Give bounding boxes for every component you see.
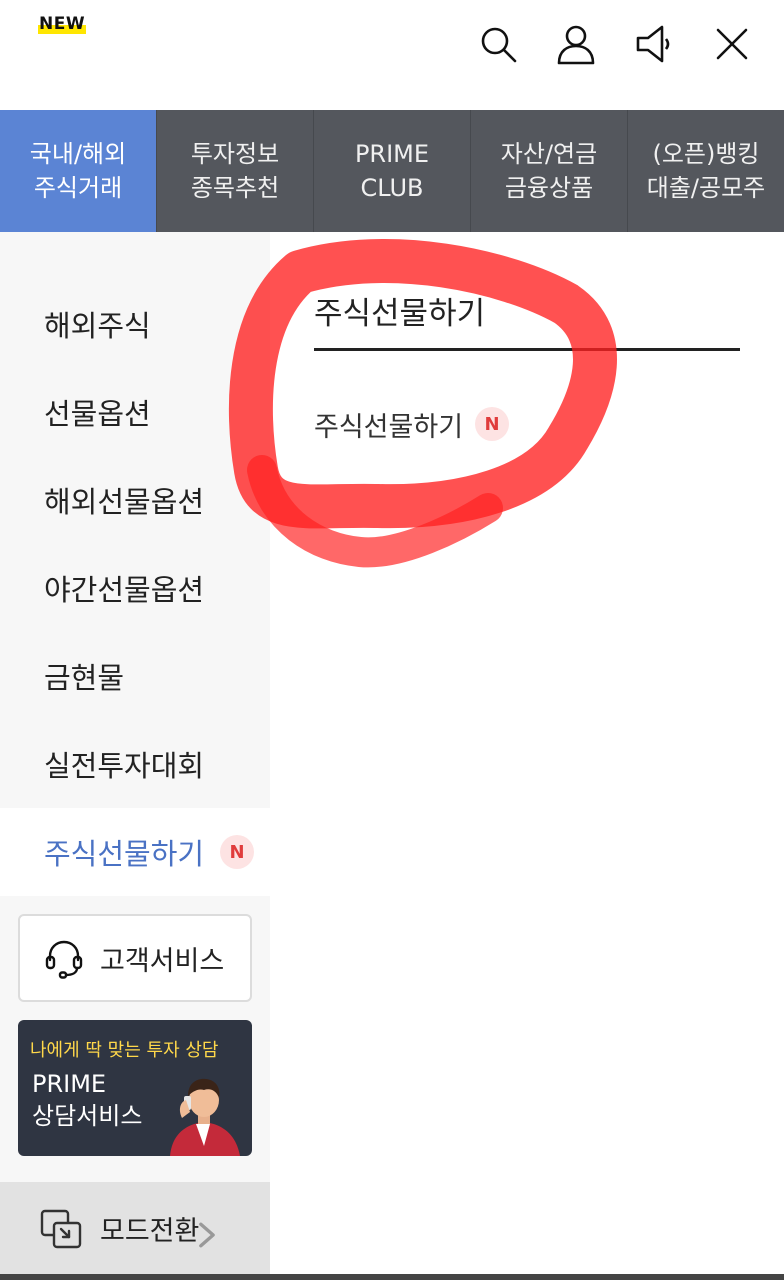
tab-prime-club[interactable]: PRIME CLUB [314,110,471,232]
user-icon[interactable] [552,20,600,68]
new-badge: NEW [38,14,87,34]
menu-item-night-futures-options[interactable]: 야간선물옵션 [0,544,270,632]
menu-item-overseas-futures-options[interactable]: 해외선물옵션 [0,456,270,544]
chevron-right-icon [199,1222,215,1248]
mode-switch-button[interactable]: 모드전환 [0,1182,270,1274]
headset-icon [45,940,83,979]
tab-label-line1: 자산/연금 [500,140,598,168]
menu-item-futures-options[interactable]: 선물옵션 [0,368,270,456]
section-divider [314,348,740,351]
submenu-panel: 주식선물하기 주식선물하기 N [270,232,784,1280]
banner-tagline: 나에게 딱 맞는 투자 상담 [30,1040,219,1061]
main-tab-bar: 국내/해외 주식거래 투자정보 종목추천 PRIME CLUB 자산/연금 금융… [0,110,784,232]
banner-title-line2: 상담서비스 [32,1102,143,1130]
menu-item-label: 선물옵션 [44,397,151,431]
submenu-item-stock-gift[interactable]: 주식선물하기 N [314,402,510,446]
tab-label-line1: 투자정보 [190,140,280,168]
menu-item-label: 해외선물옵션 [44,485,205,519]
mode-switch-icon [40,1209,82,1249]
tab-label-line2: 금융상품 [504,174,594,202]
tab-label-line2: 대출/공모주 [646,174,766,202]
customer-service-label: 고객서비스 [100,945,225,977]
menu-item-stock-gift[interactable]: 주식선물하기 N [0,808,270,896]
menu-item-label: 금현물 [44,661,125,695]
tab-label-line2: 종목추천 [190,174,280,202]
top-header: NEW [0,0,784,110]
submenu-item-label: 주식선물하기 [314,411,464,443]
consultant-illustration [170,1078,240,1156]
tab-label-line2: 주식거래 [33,174,123,202]
tab-assets-pension[interactable]: 자산/연금 금융상품 [471,110,628,232]
left-menu: 해외주식 선물옵션 해외선물옵션 야간선물옵션 금현물 실전투자대회 주식선물하… [0,232,270,1280]
menu-item-label: 해외주식 [44,309,151,343]
banner-title: PRIME 상담서비스 [32,1068,142,1132]
tab-label-line1: 국내/해외 [29,140,127,168]
menu-item-trading-contest[interactable]: 실전투자대회 [0,720,270,808]
menu-top-spacer [0,232,270,280]
section-title: 주식선물하기 [314,296,486,332]
tab-domestic-overseas-stock[interactable]: 국내/해외 주식거래 [0,110,157,232]
menu-item-label: 주식선물하기 [44,837,205,871]
tab-banking-loans[interactable]: (오픈)뱅킹 대출/공모주 [628,110,784,232]
megaphone-icon[interactable] [630,20,678,68]
menu-item-label: 야간선물옵션 [44,573,205,607]
bottom-edge-strip [0,1274,784,1280]
prime-consulting-banner[interactable]: 나에게 딱 맞는 투자 상담 PRIME 상담서비스 [18,1020,252,1156]
new-n-badge: N [220,835,255,869]
menu-item-gold-spot[interactable]: 금현물 [0,632,270,720]
tab-investment-info[interactable]: 투자정보 종목추천 [157,110,314,232]
search-icon[interactable] [474,20,522,68]
tab-label-line1: (오픈)뱅킹 [652,140,760,168]
tab-label-line1: PRIME [354,140,430,168]
close-icon[interactable] [708,20,756,68]
menu-item-overseas-stock[interactable]: 해외주식 [0,280,270,368]
new-n-badge: N [475,407,510,441]
banner-title-line1: PRIME [32,1070,107,1098]
menu-item-label: 실전투자대회 [44,749,205,783]
customer-service-button[interactable]: 고객서비스 [18,914,252,1002]
tab-label-line2: CLUB [360,174,424,202]
